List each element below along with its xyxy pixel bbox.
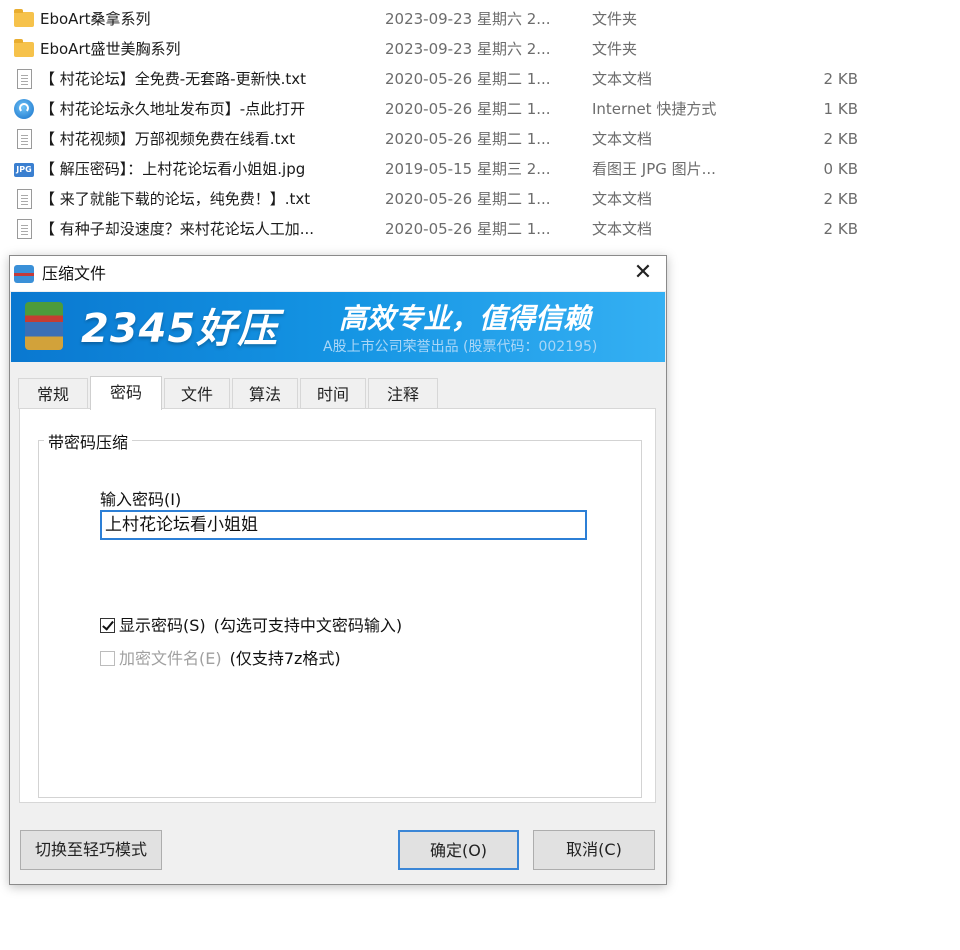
show-password-label: 显示密码(S): [119, 616, 206, 635]
file-row[interactable]: 【 村花论坛】全免费-无套路-更新快.txt 2020-05-26 星期二 1.…: [0, 64, 960, 94]
file-date: 2020-05-26 星期二 1...: [385, 100, 551, 118]
file-type: 文件夹: [592, 10, 638, 28]
show-password-note: (勾选可支持中文密码输入): [213, 616, 403, 635]
file-row[interactable]: EboArt桑拿系列 2023-09-23 星期六 2... 文件夹: [0, 4, 960, 34]
file-name: EboArt盛世美胸系列: [40, 40, 181, 58]
file-size: 2 KB: [823, 220, 858, 238]
file-size: 1 KB: [823, 100, 858, 118]
close-icon[interactable]: ✕: [620, 256, 666, 291]
file-size: 2 KB: [823, 130, 858, 148]
show-password-checkbox[interactable]: [100, 618, 115, 633]
file-name: EboArt桑拿系列: [40, 10, 151, 28]
file-type: 文件夹: [592, 40, 638, 58]
tab-bar: 常规 密码 文件 算法 时间 注释: [18, 376, 658, 410]
internet-shortcut-icon: [14, 99, 34, 119]
file-name: 【 解压密码】：上村花论坛看小姐姐.jpg: [40, 160, 306, 178]
file-type: 文本文档: [592, 190, 653, 208]
file-row[interactable]: EboArt盛世美胸系列 2023-09-23 星期六 2... 文件夹: [0, 34, 960, 64]
file-row[interactable]: 【 村花视频】万部视频免费在线看.txt 2020-05-26 星期二 1...…: [0, 124, 960, 154]
switch-mode-button[interactable]: 切换至轻巧模式: [20, 830, 162, 870]
cancel-button[interactable]: 取消(C): [533, 830, 655, 870]
file-type: Internet 快捷方式: [592, 100, 717, 118]
text-file-icon: [17, 69, 32, 89]
password-panel: 带密码压缩 输入密码(I) 上村花论坛看小姐姐 显示密码(S) (勾选可支持中文密…: [19, 408, 656, 803]
file-name: 【 村花论坛永久地址发布页】-点此打开: [40, 100, 306, 118]
file-date: 2020-05-26 星期二 1...: [385, 220, 551, 238]
file-list: EboArt桑拿系列 2023-09-23 星期六 2... 文件夹 EboAr…: [0, 4, 960, 244]
folder-icon: [14, 39, 34, 57]
brand-subtitle: A股上市公司荣誉出品 (股票代码：002195): [323, 339, 598, 355]
archive-logo-icon: [25, 302, 63, 350]
file-date: 2023-09-23 星期六 2...: [385, 40, 551, 58]
file-name: 【 村花论坛】全免费-无套路-更新快.txt: [40, 70, 307, 88]
password-input[interactable]: 上村花论坛看小姐姐: [100, 510, 587, 540]
tab-time[interactable]: 时间: [300, 378, 366, 409]
encrypt-filenames-label: 加密文件名(E): [119, 649, 222, 668]
file-date: 2023-09-23 星期六 2...: [385, 10, 551, 28]
file-name: 【 村花视频】万部视频免费在线看.txt: [40, 130, 296, 148]
file-type: 文本文档: [592, 220, 653, 238]
tab-password[interactable]: 密码: [90, 376, 162, 410]
tab-files[interactable]: 文件: [164, 378, 230, 409]
file-name: 【 来了就能下载的论坛，纯免费！】.txt: [40, 190, 311, 208]
file-row[interactable]: JPG 【 解压密码】：上村花论坛看小姐姐.jpg 2019-05-15 星期三…: [0, 154, 960, 184]
file-type: 文本文档: [592, 70, 653, 88]
brand-name: 2345好压: [81, 306, 279, 352]
file-type: 看图王 JPG 图片...: [592, 160, 716, 178]
file-row[interactable]: 【 来了就能下载的论坛，纯免费！】.txt 2020-05-26 星期二 1..…: [0, 184, 960, 214]
file-date: 2020-05-26 星期二 1...: [385, 190, 551, 208]
show-password-option[interactable]: 显示密码(S) (勾选可支持中文密码输入): [100, 616, 402, 636]
text-file-icon: [17, 129, 32, 149]
file-size: 2 KB: [823, 190, 858, 208]
dialog-titlebar[interactable]: 压缩文件 ✕: [10, 256, 666, 291]
app-icon: [14, 265, 34, 283]
dialog-title: 压缩文件: [42, 264, 107, 283]
file-type: 文本文档: [592, 130, 653, 148]
text-file-icon: [17, 219, 32, 239]
file-row[interactable]: 【 村花论坛永久地址发布页】-点此打开 2020-05-26 星期二 1... …: [0, 94, 960, 124]
encrypt-filenames-checkbox[interactable]: [100, 651, 115, 666]
tab-general[interactable]: 常规: [18, 378, 88, 409]
file-date: 2019-05-15 星期三 2...: [385, 160, 551, 178]
ok-button[interactable]: 确定(O): [398, 830, 519, 870]
group-title: 带密码压缩: [44, 429, 133, 453]
brand-slogan: 高效专业，值得信赖: [339, 302, 592, 335]
tab-algorithm[interactable]: 算法: [232, 378, 298, 409]
folder-icon: [14, 9, 34, 27]
file-date: 2020-05-26 星期二 1...: [385, 130, 551, 148]
password-label: 输入密码(I): [100, 490, 182, 509]
tab-comment[interactable]: 注释: [368, 378, 438, 409]
file-name: 【 有种子却没速度？来村花论坛人工加...: [40, 220, 315, 238]
file-date: 2020-05-26 星期二 1...: [385, 70, 551, 88]
encrypt-filenames-note: (仅支持7z格式): [229, 649, 341, 668]
encrypt-filenames-option[interactable]: 加密文件名(E) (仅支持7z格式): [100, 649, 341, 669]
file-size: 2 KB: [823, 70, 858, 88]
text-file-icon: [17, 189, 32, 209]
brand-banner: 2345好压 高效专业，值得信赖 A股上市公司荣誉出品 (股票代码：002195…: [11, 292, 665, 362]
compress-dialog: 压缩文件 ✕ 2345好压 高效专业，值得信赖 A股上市公司荣誉出品 (股票代码…: [9, 255, 667, 885]
jpg-image-icon: JPG: [14, 163, 34, 177]
file-row[interactable]: 【 有种子却没速度？来村花论坛人工加... 2020-05-26 星期二 1..…: [0, 214, 960, 244]
file-size: 0 KB: [823, 160, 858, 178]
